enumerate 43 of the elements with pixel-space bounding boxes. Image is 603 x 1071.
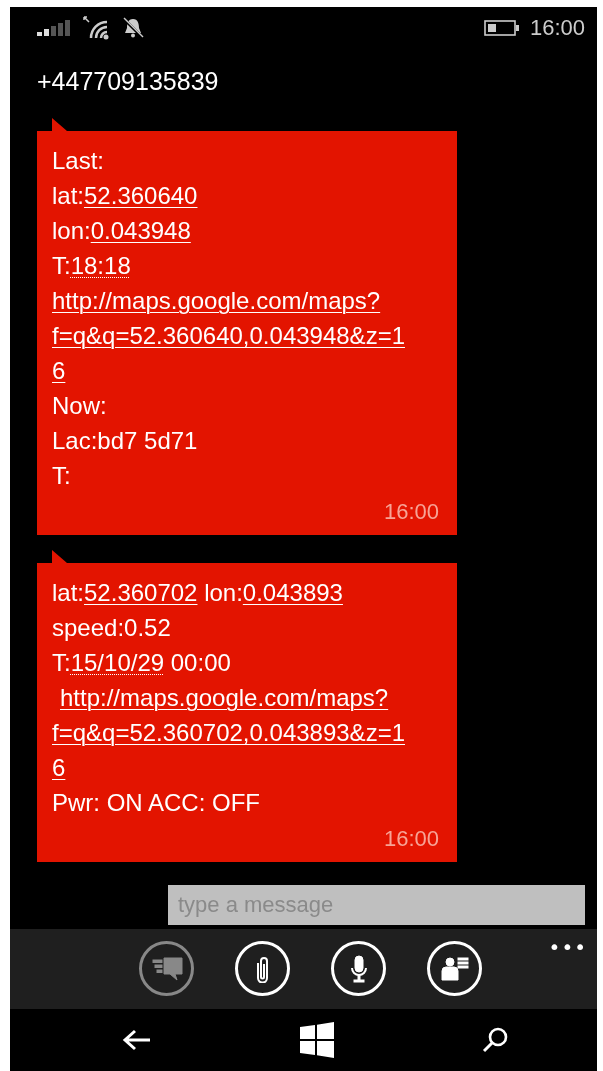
microphone-icon	[350, 954, 367, 983]
message-text: 00:00	[169, 649, 231, 676]
message-text: Pwr: ON ACC: OFF	[52, 788, 261, 818]
back-button[interactable]	[122, 1028, 152, 1052]
message-text: lat:	[52, 579, 84, 606]
search-icon	[481, 1026, 509, 1054]
message-time: 16:00	[382, 825, 439, 853]
more-button[interactable]: •••	[548, 935, 587, 959]
message-text: Last:	[52, 146, 106, 176]
search-button[interactable]	[481, 1026, 509, 1054]
message-link[interactable]: f=q&q=52.360640,0.043948&z=1	[52, 322, 405, 349]
message-text: Now:	[52, 391, 108, 421]
clock-time: 16:00	[529, 15, 585, 41]
message-text: T:	[52, 461, 72, 491]
message-link[interactable]: f=q&q=52.360702,0.043893&z=1	[52, 719, 405, 746]
message-text: T:	[52, 649, 71, 676]
back-arrow-icon	[122, 1028, 152, 1052]
battery-icon	[483, 20, 520, 36]
contact-number: +447709135839	[36, 66, 220, 97]
message-text: lat:	[52, 182, 84, 209]
message-text: Lac:bd7 5d71	[52, 426, 199, 456]
message-link[interactable]: 15/10/29	[70, 649, 165, 676]
start-button[interactable]	[298, 1022, 335, 1058]
message-text: T:	[52, 252, 71, 279]
wifi-icon	[83, 16, 109, 40]
message-time: 16:00	[382, 498, 439, 526]
message-link[interactable]: 52.360702	[84, 579, 198, 606]
message-link[interactable]: 52.360640	[84, 182, 198, 209]
windows-logo-icon	[298, 1022, 335, 1058]
message-text: lon:	[52, 217, 91, 244]
message-link[interactable]: 6	[52, 357, 66, 384]
paperclip-icon	[257, 954, 268, 983]
message-text: speed:0.52	[52, 613, 172, 643]
message-link[interactable]: http://maps.google.com/maps?	[60, 684, 389, 711]
message-link[interactable]: 6	[52, 754, 66, 781]
message-link[interactable]: http://maps.google.com/maps?	[52, 287, 381, 314]
signal-icon	[37, 20, 71, 36]
message-link[interactable]: 0.043893	[242, 579, 343, 606]
message-link[interactable]: 18:18	[70, 252, 131, 279]
muted-bell-icon	[121, 16, 145, 40]
message-text: lon:	[203, 579, 243, 606]
message-link[interactable]: 0.043948	[90, 217, 191, 244]
contact-card-icon	[440, 956, 469, 981]
